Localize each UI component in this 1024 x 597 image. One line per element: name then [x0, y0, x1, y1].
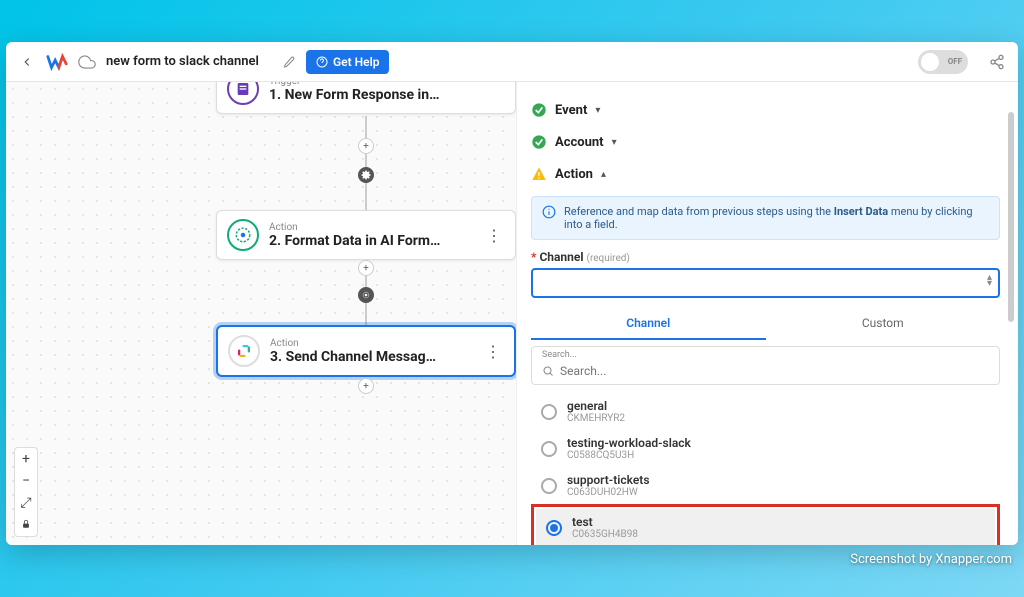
body: Trigger 1. New Form Response in… + Actio…: [6, 82, 1018, 545]
watermark-text: Screenshot by Xnapper.com: [850, 552, 1012, 567]
edit-icon[interactable]: [282, 55, 296, 69]
stepper-arrows-icon[interactable]: ▴▾: [987, 275, 992, 287]
section-label: Event: [555, 103, 587, 118]
cloud-sync-icon: [78, 53, 96, 71]
node-menu-button[interactable]: ⋮: [481, 342, 504, 361]
search-icon: [542, 365, 554, 377]
workload-logo: [46, 51, 68, 73]
section-label: Account: [555, 135, 604, 150]
channel-option-testing[interactable]: testing-workload-slack C0588CQ5U3H: [531, 430, 1000, 467]
canvas-controls: + − ⤢: [14, 447, 38, 537]
channel-option-list: general CKMEHRYR2 testing-workload-slack…: [531, 393, 1000, 545]
workflow-node-trigger[interactable]: Trigger 1. New Form Response in…: [216, 82, 516, 114]
toggle-knob: [921, 53, 939, 71]
workflow-node-action-2[interactable]: Action 3. Send Channel Messag… ⋮: [216, 325, 516, 377]
check-icon: [531, 134, 547, 150]
forms-app-icon: [227, 82, 259, 105]
search-label: Search...: [532, 347, 999, 360]
get-help-label: Get Help: [333, 55, 379, 69]
node-text: Trigger 1. New Form Response in…: [269, 82, 505, 103]
node-menu-button[interactable]: ⋮: [482, 226, 505, 245]
channel-option-general[interactable]: general CKMEHRYR2: [531, 393, 1000, 430]
add-step-button[interactable]: +: [358, 260, 374, 276]
picker-tabs: Channel Custom: [531, 308, 1000, 340]
slack-app-icon: [228, 335, 260, 367]
toggle-label: OFF: [948, 57, 962, 66]
node-text: Action 3. Send Channel Messag…: [270, 338, 471, 365]
node-title: 3. Send Channel Messag…: [270, 349, 471, 365]
option-id: C0588CQ5U3H: [567, 450, 691, 461]
header: Get Help OFF: [6, 42, 1018, 82]
info-icon: [542, 205, 556, 219]
add-step-button[interactable]: +: [358, 378, 374, 394]
workflow-node-action-1[interactable]: Action 2. Format Data in AI Form… ⋮: [216, 210, 516, 260]
channel-search-box: Search...: [531, 346, 1000, 385]
section-label: Action: [555, 167, 593, 182]
radio-icon: [541, 441, 557, 457]
radio-icon: [541, 404, 557, 420]
back-button[interactable]: [18, 53, 36, 71]
section-account[interactable]: Account ▾: [531, 126, 1000, 158]
share-icon[interactable]: [988, 53, 1006, 71]
connector: [365, 116, 367, 211]
channel-option-test[interactable]: test C0635GH4B98: [536, 509, 995, 545]
lock-view-button[interactable]: [15, 514, 37, 536]
zoom-out-button[interactable]: −: [15, 470, 37, 492]
option-id: CKMEHRYR2: [567, 413, 625, 424]
annotation-highlight: test C0635GH4B98: [531, 504, 1000, 545]
info-text: Reference and map data from previous ste…: [564, 205, 989, 231]
tab-channel[interactable]: Channel: [531, 308, 766, 340]
node-title: 2. Format Data in AI Form…: [269, 233, 472, 249]
warning-icon: [531, 166, 547, 182]
get-help-button[interactable]: Get Help: [306, 50, 389, 74]
gear-icon[interactable]: [358, 287, 374, 303]
gear-icon[interactable]: [358, 167, 374, 183]
node-title: 1. New Form Response in…: [269, 87, 505, 103]
canvas[interactable]: Trigger 1. New Form Response in… + Actio…: [6, 82, 516, 545]
option-name: support-tickets: [567, 473, 649, 487]
channel-input[interactable]: [531, 268, 1000, 298]
help-icon: [316, 56, 328, 68]
section-action[interactable]: Action ▴: [531, 158, 1000, 190]
option-id: C0635GH4B98: [572, 529, 638, 540]
channel-search-input[interactable]: [560, 364, 989, 378]
chevron-down-icon: ▾: [595, 105, 600, 116]
info-banner: Reference and map data from previous ste…: [531, 196, 1000, 240]
option-name: test: [572, 515, 638, 529]
enable-toggle[interactable]: OFF: [918, 50, 968, 74]
zoom-in-button[interactable]: +: [15, 448, 37, 470]
app-window: Get Help OFF Trigger 1. New Form Respons…: [6, 42, 1018, 545]
radio-icon: [541, 478, 557, 494]
config-panel: Event ▾ Account ▾ Action ▴: [516, 82, 1018, 545]
check-icon: [531, 102, 547, 118]
workflow-title-input[interactable]: [106, 54, 272, 69]
tab-custom[interactable]: Custom: [766, 308, 1001, 340]
fit-view-button[interactable]: ⤢: [15, 492, 37, 514]
ai-format-app-icon: [227, 219, 259, 251]
option-name: general: [567, 399, 625, 413]
option-name: testing-workload-slack: [567, 436, 691, 450]
chevron-up-icon: ▴: [601, 169, 606, 180]
channel-option-support[interactable]: support-tickets C063DUH02HW: [531, 467, 1000, 504]
section-event[interactable]: Event ▾: [531, 94, 1000, 126]
chevron-down-icon: ▾: [612, 137, 617, 148]
radio-icon: [546, 520, 562, 536]
node-type-label: Action: [269, 222, 472, 233]
option-id: C063DUH02HW: [567, 487, 649, 498]
add-step-button[interactable]: +: [358, 138, 374, 154]
node-text: Action 2. Format Data in AI Form…: [269, 222, 472, 249]
node-type-label: Action: [270, 338, 471, 349]
channel-field-label: * Channel (required): [531, 250, 1000, 264]
